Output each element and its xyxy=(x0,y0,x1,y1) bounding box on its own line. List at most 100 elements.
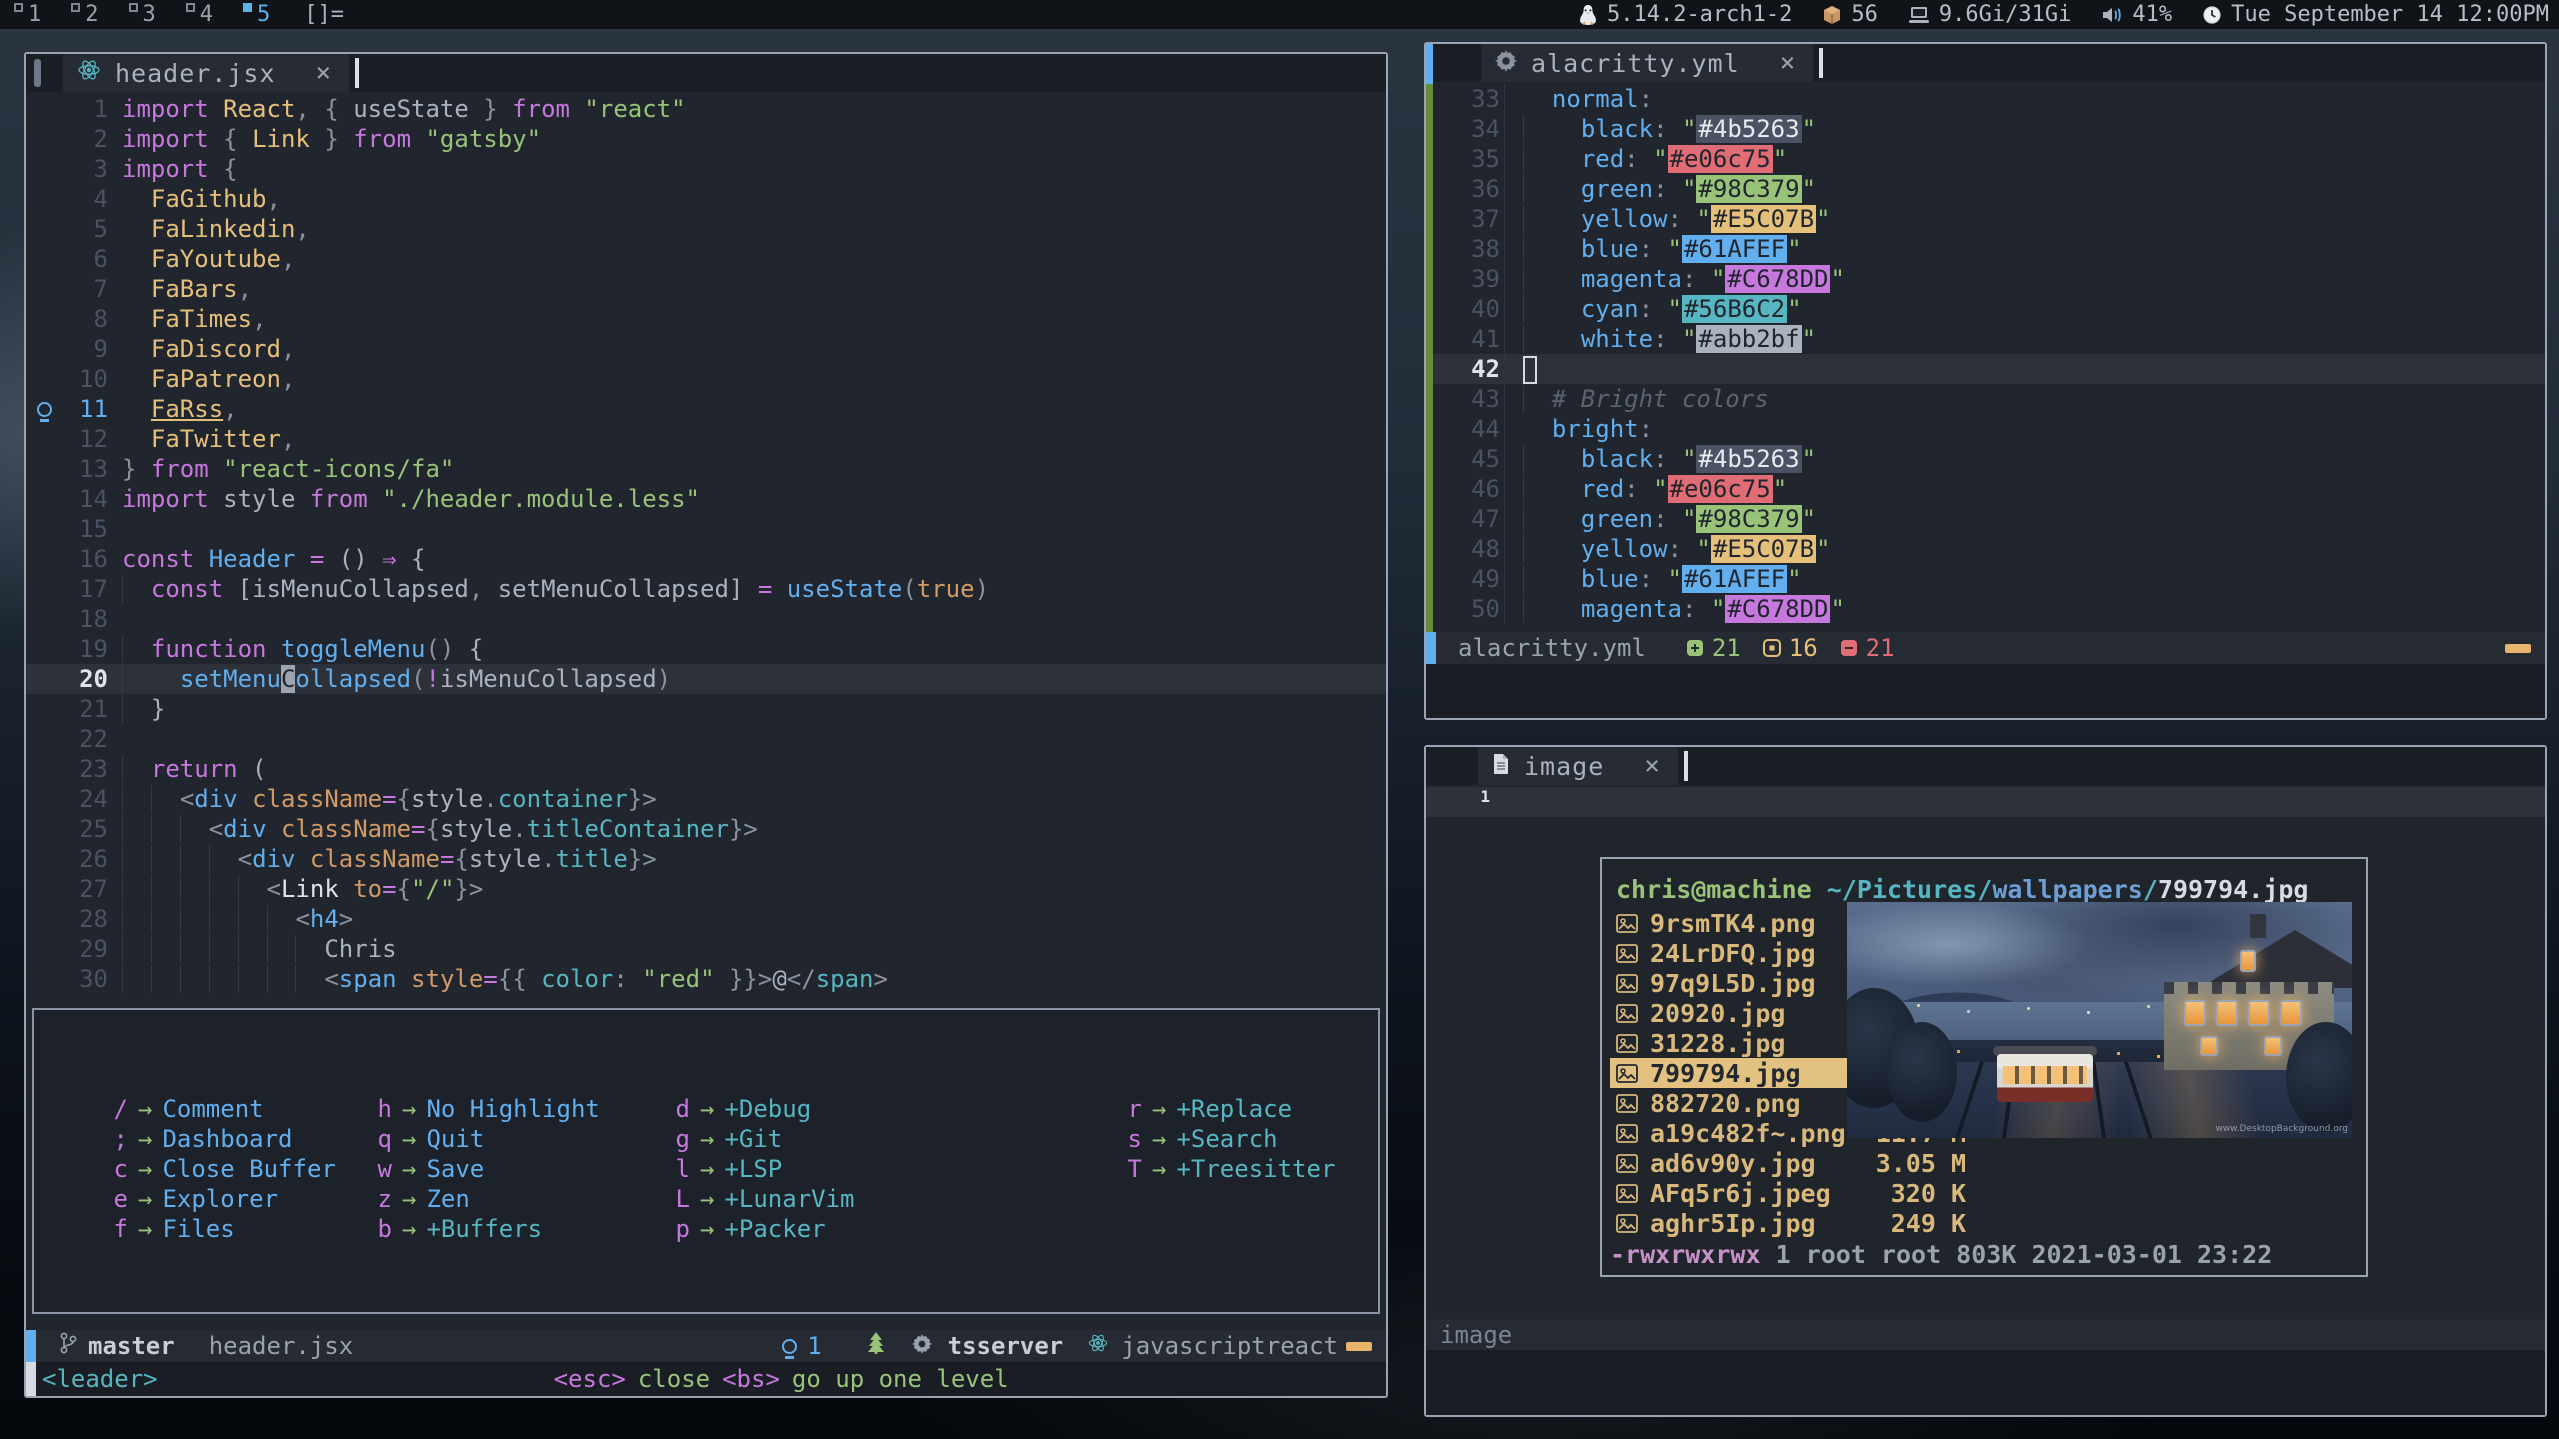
which-key-binding-h: h→No Highlight xyxy=(376,1094,600,1124)
tab-image[interactable]: image × xyxy=(1478,747,1678,785)
package-icon xyxy=(1822,5,1842,25)
close-icon[interactable]: × xyxy=(1644,751,1660,781)
editor-window-left: header.jsx × 1import React, { useState }… xyxy=(24,52,1388,1398)
workspace-4[interactable]: 4 xyxy=(186,2,213,27)
kernel-status: 5.14.2-arch1-2 xyxy=(1578,2,1792,27)
arrow-right-icon: → xyxy=(128,1214,162,1244)
which-key-popup: /→Comment;→Dashboardc→Close Buffere→Expl… xyxy=(32,1008,1380,1314)
which-key-column: d→+Debugg→+Gitl→+LSPL→+LunarVimp→+Packer xyxy=(674,1094,855,1244)
file-name: AFq5r6j.jpeg xyxy=(1650,1179,1891,1208)
workspace-indicator-square xyxy=(186,3,195,12)
lightbulb-icon[interactable] xyxy=(37,402,52,417)
preview-watermark: www.DesktopBackground.org xyxy=(2215,1124,2348,1134)
workspace-5[interactable]: 5 xyxy=(243,2,270,27)
arrow-right-icon: → xyxy=(1142,1094,1176,1124)
code-line-27: 27 <Link to={"/"}> xyxy=(26,874,1386,904)
workspace-1[interactable]: 1 xyxy=(14,2,41,27)
file-size: 249 K xyxy=(1891,1209,1966,1238)
code-line-29: 29 Chris xyxy=(26,934,1386,964)
tab-title: image xyxy=(1524,752,1604,781)
which-key-binding-q: q→Quit xyxy=(376,1124,600,1154)
code-line-17: 17 const [isMenuCollapsed, setMenuCollap… xyxy=(26,574,1386,604)
code-line-20: 20 setMenuCollapsed(!isMenuCollapsed) xyxy=(26,664,1386,694)
buffer-line-1[interactable]: 1 xyxy=(1426,787,2545,817)
code-line-11: 11 FaRss, xyxy=(26,394,1386,424)
code-line-37: 37 yellow: "#E5C07B" xyxy=(1433,204,2545,234)
arrow-right-icon: → xyxy=(690,1154,724,1184)
code-line-1: 1import React, { useState } from "react" xyxy=(26,94,1386,124)
which-key-binding-l: l→+LSP xyxy=(674,1154,855,1184)
preview-tram xyxy=(1997,1044,2093,1112)
statusline-text: image xyxy=(1440,1321,1512,1349)
file-name: aghr5Ip.jpg xyxy=(1650,1209,1891,1238)
file-document-icon xyxy=(1492,752,1510,781)
which-key-binding-w: w→Save xyxy=(376,1154,600,1184)
volume-level: 41% xyxy=(2132,2,2172,27)
removed-count: 21 xyxy=(1866,634,1895,662)
which-key-binding-r: r→+Replace xyxy=(1126,1094,1335,1124)
wallpaper-preview-image: www.DesktopBackground.org xyxy=(1847,902,2352,1138)
arrow-right-icon: → xyxy=(128,1154,162,1184)
image-file-icon xyxy=(1616,1034,1650,1053)
arrow-right-icon: → xyxy=(690,1214,724,1244)
code-line-3: 3import { xyxy=(26,154,1386,184)
code-line-40: 40 cyan: "#56B6C2" xyxy=(1433,294,2545,324)
top-status-bar: 12345 []= 5.14.2-arch1-2 56 9.6Gi/31Gi 4… xyxy=(0,0,2559,29)
hint-key-bs: <bs> xyxy=(722,1365,780,1393)
file-size: 3.05 M xyxy=(1876,1149,1966,1178)
workspace-2[interactable]: 2 xyxy=(71,2,98,27)
which-key-column: r→+Replaces→+SearchT→+Treesitter xyxy=(1126,1094,1335,1184)
scrollbar-marker[interactable] xyxy=(1346,1342,1372,1351)
perm-details: 1 root root 803K 2021-03-01 23:22 xyxy=(1761,1240,2273,1269)
arrow-right-icon: → xyxy=(392,1184,426,1214)
scrollbar-thumb[interactable] xyxy=(1426,44,1433,84)
code-line-16: 16const Header = () ⇒ { xyxy=(26,544,1386,574)
close-icon[interactable]: × xyxy=(316,58,332,88)
which-key-binding-b: b→+Buffers xyxy=(376,1214,600,1244)
code-line-21: 21 } xyxy=(26,694,1386,724)
code-line-5: 5 FaLinkedin, xyxy=(26,214,1386,244)
path-sep: / xyxy=(1977,875,1992,904)
code-line-34: 34 black: "#4b5263" xyxy=(1433,114,2545,144)
image-file-icon xyxy=(1616,1064,1650,1083)
tabline-caret xyxy=(1819,48,1823,78)
file-row[interactable]: ad6v90y.jpg3.05 M xyxy=(1610,1148,1972,1178)
layout-indicator[interactable]: []= xyxy=(304,2,344,27)
pending-keys: <leader> xyxy=(42,1365,158,1393)
left-code-area[interactable]: 1import React, { useState } from "react"… xyxy=(26,92,1386,994)
file-row[interactable]: AFq5r6j.jpeg320 K xyxy=(1610,1178,1972,1208)
volume-status: 41% xyxy=(2101,2,2172,27)
diagnostics-hint-icon xyxy=(782,1339,797,1354)
react-icon xyxy=(77,58,101,88)
tab-title: header.jsx xyxy=(115,59,276,88)
git-branch-name: master xyxy=(88,1332,175,1360)
arrow-right-icon: → xyxy=(1142,1124,1176,1154)
lsp-gear-icon xyxy=(912,1332,932,1360)
tab-alacritty-yml[interactable]: alacritty.yml × xyxy=(1481,44,1813,82)
image-file-icon xyxy=(1616,944,1650,963)
image-statusline: image xyxy=(1426,1319,2545,1350)
close-icon[interactable]: × xyxy=(1780,48,1796,78)
arrow-right-icon: → xyxy=(690,1094,724,1124)
hint-label-close: close xyxy=(638,1365,710,1393)
scrollbar-marker[interactable] xyxy=(2505,644,2531,653)
mode-indicator-bar xyxy=(26,1330,36,1362)
file-row[interactable]: aghr5Ip.jpg249 K xyxy=(1610,1208,1972,1238)
code-line-36: 36 green: "#98C379" xyxy=(1433,174,2545,204)
which-key-binding-;: ;→Dashboard xyxy=(112,1124,336,1154)
settings-gear-icon xyxy=(1495,49,1517,78)
git-removed: 21 xyxy=(1840,634,1895,662)
which-key-binding-z: z→Zen xyxy=(376,1184,600,1214)
which-key-binding-c: c→Close Buffer xyxy=(112,1154,336,1184)
code-line-22: 22 xyxy=(26,724,1386,754)
arrow-right-icon: → xyxy=(392,1154,426,1184)
lsp-server-name: tsserver xyxy=(948,1332,1064,1360)
statusline-right: 1 tsserver javascriptreact xyxy=(782,1331,1386,1361)
workspace-switcher: 1 2 3 4 5 xyxy=(14,2,270,27)
git-branch-icon xyxy=(58,1331,78,1361)
workspace-3[interactable]: 3 xyxy=(129,2,156,27)
code-line-49: 49 blue: "#61AFEF" xyxy=(1433,564,2545,594)
tab-header-jsx[interactable]: header.jsx × xyxy=(63,54,349,92)
which-key-binding-e: e→Explorer xyxy=(112,1184,336,1214)
yaml-code-area[interactable]: 33 normal:34 black: "#4b5263"35 red: "#e… xyxy=(1433,82,2545,624)
